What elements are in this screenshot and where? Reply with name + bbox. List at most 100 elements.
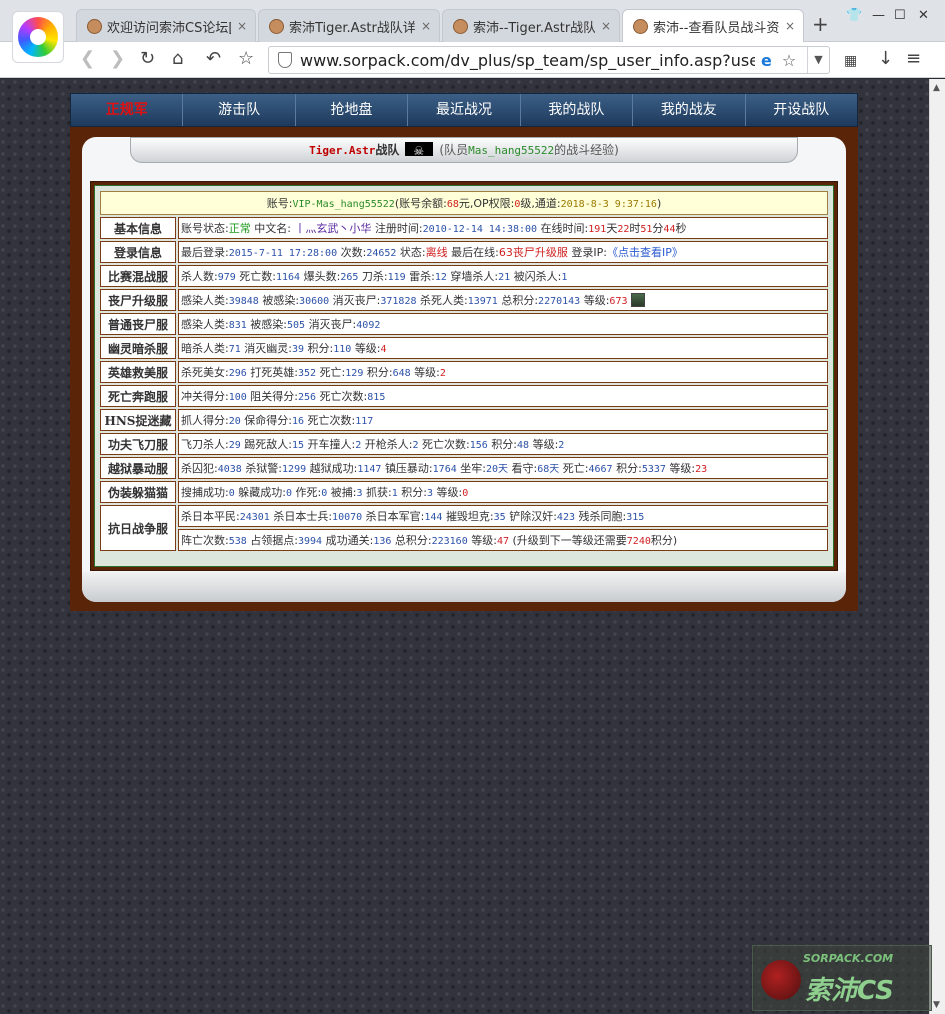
stat-value: 丨灬玄武丶小华 xyxy=(294,222,372,235)
tab-close-icon[interactable]: × xyxy=(421,19,431,33)
reload-icon[interactable]: ↻ xyxy=(140,48,155,70)
stat-value: 4038 xyxy=(217,464,242,475)
stat-label: 被捕: xyxy=(330,486,357,499)
stat-value: 68天 xyxy=(537,464,560,475)
stat-value: 315 xyxy=(626,512,645,523)
nav-item-my-team[interactable]: 我的战队 xyxy=(521,94,634,126)
address-bar[interactable]: www.sorpack.com/dv_plus/sp_team/sp_user_… xyxy=(268,46,830,74)
scroll-down-icon[interactable]: ▼ xyxy=(933,1000,940,1010)
watermark-ball-icon xyxy=(761,960,801,1000)
home-icon[interactable]: ⌂ xyxy=(172,48,183,70)
view-ip-link[interactable]: 《点击查看IP》 xyxy=(607,246,683,259)
row-values: 感染人类:831 被感染:505 消灭丧尸:4092 xyxy=(178,313,828,335)
unit: 秒 xyxy=(675,222,687,235)
tab-close-icon[interactable]: × xyxy=(601,19,611,33)
scroll-up-icon[interactable]: ▲ xyxy=(933,83,940,93)
unit: 分 xyxy=(652,222,664,235)
row-label: 普通丧尸服 xyxy=(100,313,176,335)
forward-icon[interactable]: ❯ xyxy=(110,48,125,70)
stat-label: 死亡次数: xyxy=(319,390,368,403)
stat-label: 状态: xyxy=(399,246,426,259)
table-row: 阵亡次数:538 占领据点:3994 成功通关:136 总积分:223160 等… xyxy=(100,529,828,551)
chevron-down-icon[interactable]: ▼ xyxy=(807,47,829,73)
stat-value: 0 xyxy=(321,488,328,499)
stat-label: 雷杀: xyxy=(409,270,435,283)
url-text[interactable]: www.sorpack.com/dv_plus/sp_team/sp_user_… xyxy=(300,51,755,70)
browser-tab-1[interactable]: 欢迎访问索沛CS论坛[索 × xyxy=(76,9,256,42)
team-name-link[interactable]: Tiger.Astr xyxy=(309,144,375,157)
table-row: 伪装躲猫猫 搜捕成功:0 躲藏成功:0 作死:0 被捕:3 抓获:1 积分:3 … xyxy=(100,481,828,503)
channel-label: 级,通道: xyxy=(520,197,561,210)
stat-value: 648 xyxy=(392,368,411,379)
stat-label: 消灭丧尸: xyxy=(332,294,381,307)
shirt-icon[interactable]: 👕 xyxy=(846,8,862,23)
stat-label: 积分: xyxy=(616,462,642,475)
browser-tab-2[interactable]: 索沛Tiger.Astr战队详细 × xyxy=(258,9,440,42)
team-word: 战队 xyxy=(375,143,400,157)
bookmark-star-icon[interactable]: ☆ xyxy=(238,48,254,70)
table-row: 功夫飞刀服 飞刀杀人:29 踢死敌人:15 开车撞人:2 开枪杀人:2 死亡次数… xyxy=(100,433,828,455)
nav-item-recent-battles[interactable]: 最近战况 xyxy=(408,94,521,126)
stat-value: 2 xyxy=(558,440,565,451)
back-icon[interactable]: ❮ xyxy=(80,48,95,70)
stat-label: 穿墙杀人: xyxy=(450,270,499,283)
nav-item-guerrilla[interactable]: 游击队 xyxy=(183,94,296,126)
stat-label: 杀狱警: xyxy=(245,462,283,475)
stat-label: 注册时间: xyxy=(374,222,423,235)
tab-close-icon[interactable]: × xyxy=(785,19,795,33)
tab-close-icon[interactable]: × xyxy=(237,19,247,33)
stat-value: 0 xyxy=(285,488,292,499)
nav-item-regular-army[interactable]: 正规军 xyxy=(71,94,184,126)
table-row: 幽灵暗杀服 暗杀人类:71 消灭幽灵:39 积分:110 等级:4 xyxy=(100,337,828,359)
stat-value: 256 xyxy=(298,392,317,403)
minimize-icon[interactable]: — xyxy=(872,8,885,23)
stat-label: 等级: xyxy=(414,366,440,379)
vertical-scrollbar[interactable]: ▲ ▼ xyxy=(929,79,945,1014)
row-values: 杀人数:979 死亡数:1164 爆头数:265 刀杀:119 雷杀:12 穿墙… xyxy=(178,265,828,287)
nav-item-territory[interactable]: 抢地盘 xyxy=(296,94,409,126)
stat-value: 979 xyxy=(217,272,236,283)
stat-value: 12 xyxy=(434,272,447,283)
table-row: 普通丧尸服 感染人类:831 被感染:505 消灭丧尸:4092 xyxy=(100,313,828,335)
stats-table: 账号:VIP-Mas_hang55522(账号余额:68元,OP权限: 0 级,通道… xyxy=(98,189,830,553)
stat-value: 24301 xyxy=(239,512,270,523)
menu-icon[interactable]: ≡ xyxy=(906,48,921,70)
nav-item-my-comrades[interactable]: 我的战友 xyxy=(633,94,746,126)
close-window-icon[interactable]: ✕ xyxy=(918,8,929,23)
stat-label: 杀人数: xyxy=(181,270,218,283)
table-row: 账号:VIP-Mas_hang55522(账号余额:68元,OP权限:0级,通道… xyxy=(100,191,828,215)
stat-value: 117 xyxy=(355,416,374,427)
shield-icon xyxy=(278,52,292,68)
row-values: 杀日本平民:24301 杀日本士兵:10070 杀日本军官:144 摧毁坦克:3… xyxy=(178,505,828,527)
stat-label: 积分: xyxy=(366,366,393,379)
nav-item-create-team[interactable]: 开设战队 xyxy=(746,94,857,126)
stat-label: 被感染: xyxy=(262,294,300,307)
download-icon[interactable]: ↓ xyxy=(878,48,893,70)
account-header: 账号:VIP-Mas_hang55522(账号余额:68元,OP权限:0级,通道… xyxy=(100,191,828,215)
stat-label: 感染人类: xyxy=(181,318,229,331)
stat-value: 296 xyxy=(228,368,247,379)
stat-value: 51 xyxy=(640,224,653,235)
new-tab-button[interactable]: + xyxy=(812,12,829,36)
stat-value: 13971 xyxy=(467,296,498,307)
undo-icon[interactable]: ↶ xyxy=(206,48,221,70)
stat-label: 积分: xyxy=(307,342,334,355)
watermark-domain: SORPACK.COM xyxy=(803,952,894,965)
stat-label: 中文名: xyxy=(254,222,291,235)
table-row: 越狱暴动服 杀囚犯:4038 杀狱警:1299 越狱成功:1147 镇压暴动:1… xyxy=(100,457,828,479)
stats-frame: 账号:VIP-Mas_hang55522(账号余额:68元,OP权限: 0 级,通道… xyxy=(90,181,838,571)
apps-grid-icon[interactable]: ▦ xyxy=(844,50,857,72)
stat-label: 阻关得分: xyxy=(250,390,298,403)
stat-value: 831 xyxy=(228,320,247,331)
stat-label: 被感染: xyxy=(250,318,287,331)
browser-tab-3[interactable]: 索沛--Tiger.Astr战队 × xyxy=(442,9,620,42)
stat-label: 感染人类: xyxy=(181,294,229,307)
tab-title: 索沛Tiger.Astr战队详细 xyxy=(289,20,415,36)
favorite-star-icon[interactable]: ☆ xyxy=(782,51,796,70)
browser-logo-icon[interactable] xyxy=(12,11,64,63)
browser-tab-4-active[interactable]: 索沛--查看队员战斗资料 × xyxy=(622,9,804,42)
stat-value: 22 xyxy=(617,224,630,235)
maximize-icon[interactable]: ☐ xyxy=(894,8,906,23)
stat-label: 杀囚犯: xyxy=(181,462,218,475)
ie-mode-icon[interactable]: e xyxy=(761,51,772,70)
